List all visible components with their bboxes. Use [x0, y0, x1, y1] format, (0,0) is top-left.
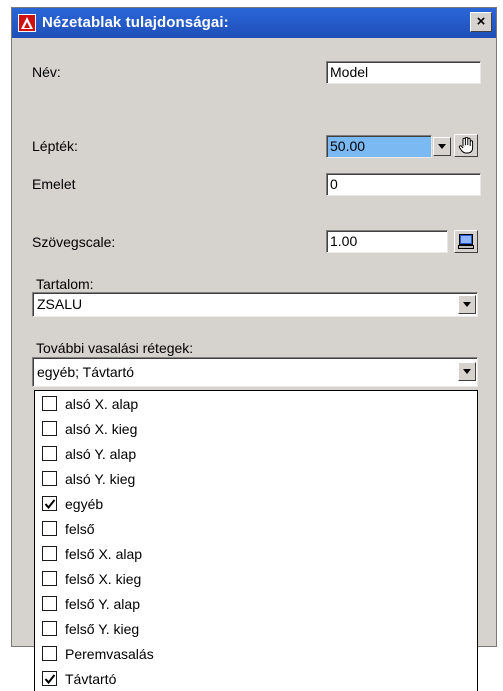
close-button[interactable]: ×	[470, 12, 492, 32]
checkbox[interactable]	[42, 496, 57, 511]
list-item[interactable]: alsó Y. kieg	[35, 469, 477, 494]
close-icon: ×	[476, 13, 486, 30]
checkmark-icon	[44, 674, 56, 685]
vasalasi-label: További vasalási rétegek:	[36, 340, 194, 356]
list-item-label: felső X. kieg	[65, 571, 142, 587]
szovegscale-label: Szövegscale:	[32, 234, 116, 250]
list-item[interactable]: felső Y. kieg	[35, 619, 477, 644]
list-item-label: alsó X. alap	[65, 396, 139, 412]
checkbox[interactable]	[42, 471, 57, 486]
list-item-label: alsó Y. kieg	[65, 471, 136, 487]
hand-pointer-icon	[458, 137, 474, 154]
list-item[interactable]: felső X. alap	[35, 544, 477, 569]
leptek-label: Lépték:	[32, 138, 78, 154]
checkbox[interactable]	[42, 446, 57, 461]
list-item[interactable]: felső Y. alap	[35, 594, 477, 619]
checkbox[interactable]	[42, 671, 57, 686]
app-logo-icon	[18, 14, 36, 32]
list-item-label: felső X. alap	[65, 546, 143, 562]
checkbox[interactable]	[42, 621, 57, 636]
emelet-label: Emelet	[32, 176, 76, 192]
leptek-input[interactable]: 50.00	[326, 135, 432, 158]
monitor-button[interactable]	[454, 230, 478, 253]
checkbox[interactable]	[42, 596, 57, 611]
list-item-label: felső Y. alap	[65, 596, 140, 612]
list-item[interactable]: alsó X. kieg	[35, 419, 477, 444]
list-item[interactable]: alsó X. alap	[35, 394, 477, 419]
dialog-title: Nézetablak tulajdonságai:	[42, 14, 229, 31]
list-item-label: felső	[65, 521, 95, 537]
list-item[interactable]: Peremvasalás	[35, 644, 477, 669]
checkbox[interactable]	[42, 646, 57, 661]
list-item-label: alsó Y. alap	[65, 446, 137, 462]
list-item-label: Peremvasalás	[65, 646, 154, 662]
vasalasi-dropdown-button[interactable]	[458, 362, 476, 381]
vasalasi-dropdown-list[interactable]: alsó X. alap alsó X. kieg alsó Y. alap alsó…	[34, 390, 478, 691]
list-item[interactable]: felső	[35, 519, 477, 544]
vasalasi-combo[interactable]: egyéb; Távtartó	[32, 357, 478, 387]
tartalom-combo[interactable]: ZSALU	[32, 292, 478, 317]
vasalasi-value: egyéb; Távtartó	[37, 364, 135, 380]
checkmark-icon	[44, 499, 56, 510]
checkbox[interactable]	[42, 396, 57, 411]
hand-pointer-button[interactable]	[454, 134, 478, 157]
list-item-label: Távtartó	[65, 671, 117, 687]
checkbox[interactable]	[42, 546, 57, 561]
list-item-label: felső Y. kieg	[65, 621, 140, 637]
list-item-label: alsó X. kieg	[65, 421, 138, 437]
nev-label: Név:	[32, 64, 61, 80]
checkbox[interactable]	[42, 521, 57, 536]
tartalom-value: ZSALU	[37, 296, 83, 312]
nev-input[interactable]: Model	[326, 61, 481, 84]
list-item[interactable]: egyéb	[35, 494, 477, 519]
checkbox[interactable]	[42, 421, 57, 436]
list-item-label: egyéb	[65, 496, 104, 512]
monitor-icon	[458, 234, 474, 249]
leptek-dropdown-button[interactable]	[433, 137, 451, 156]
list-item[interactable]: alsó Y. alap	[35, 444, 477, 469]
checkbox[interactable]	[42, 571, 57, 586]
list-item[interactable]: felső X. kieg	[35, 569, 477, 594]
tartalom-label: Tartalom:	[36, 276, 94, 292]
szovegscale-input[interactable]: 1.00	[326, 230, 448, 253]
tartalom-dropdown-button[interactable]	[458, 295, 476, 314]
title-bar[interactable]: Nézetablak tulajdonságai: ×	[12, 8, 496, 38]
list-item[interactable]: Távtartó	[35, 669, 477, 691]
emelet-input[interactable]: 0	[326, 173, 481, 196]
